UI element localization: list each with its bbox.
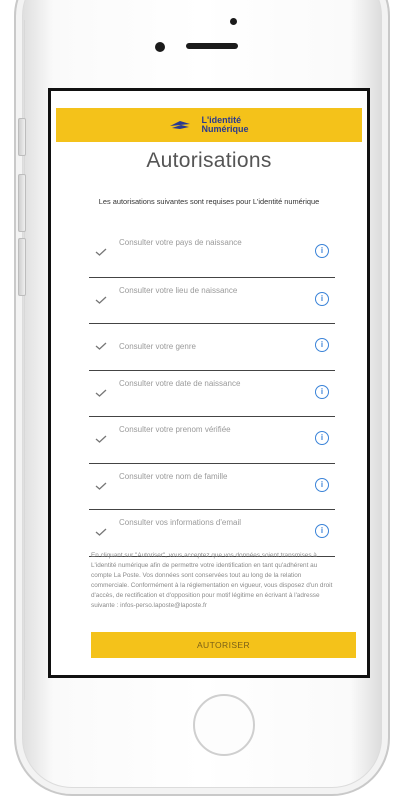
- info-icon[interactable]: i: [315, 524, 329, 538]
- info-icon[interactable]: i: [315, 291, 329, 306]
- front-camera: [155, 42, 165, 52]
- checkmark-icon: [95, 248, 107, 256]
- volume-down-button: [18, 174, 26, 232]
- permission-label: Consulter votre genre: [119, 342, 196, 351]
- permission-item: Consulter votre date de naissance i: [89, 369, 335, 417]
- checkmark-icon: [95, 435, 107, 443]
- app-screen: L'identité Numérique Autorisations Les a…: [48, 88, 370, 678]
- permission-label: Consulter votre date de naissance: [119, 378, 241, 388]
- logo-line-2: Numérique: [201, 124, 249, 134]
- permission-item: Consulter votre genre i: [89, 323, 335, 370]
- permission-label: Consulter votre pays de naissance: [119, 238, 242, 247]
- checkmark-icon: [95, 389, 107, 397]
- side-button: [18, 238, 26, 296]
- checkmark-icon: [95, 482, 107, 490]
- info-icon[interactable]: i: [315, 384, 329, 399]
- device-mockup: L'identité Numérique Autorisations Les a…: [0, 0, 403, 802]
- permission-label: Consulter votre prenom vérifiée: [119, 425, 231, 434]
- earpiece-speaker: [186, 43, 238, 49]
- permission-item: Consulter votre prenom vérifiée i: [89, 416, 335, 463]
- brand-header: L'identité Numérique: [56, 108, 362, 142]
- authorize-button[interactable]: AUTORISER: [91, 632, 356, 658]
- permission-item: Consulter vos informations d'email i: [89, 509, 335, 557]
- permission-list: Consulter votre pays de naissance i Cons…: [89, 230, 335, 557]
- permission-item: Consulter votre pays de naissance i: [89, 230, 335, 277]
- permission-item: Consulter votre nom de famille i: [89, 462, 335, 510]
- info-icon[interactable]: i: [315, 431, 329, 445]
- laposte-logo-icon: [170, 121, 191, 129]
- volume-up-button: [18, 118, 26, 156]
- home-button: [193, 694, 255, 756]
- page-title: Autorisations: [146, 149, 272, 172]
- brand-logo-text: L'identité Numérique: [201, 116, 248, 134]
- checkmark-icon: [95, 296, 107, 304]
- permission-label: Consulter votre lieu de naissance: [119, 285, 238, 295]
- info-icon[interactable]: i: [315, 338, 329, 352]
- permission-item: Consulter votre lieu de naissance i: [89, 276, 335, 324]
- permission-label: Consulter votre nom de famille: [119, 471, 228, 481]
- proximity-sensor: [230, 18, 237, 25]
- checkmark-icon: [95, 528, 107, 536]
- permission-label: Consulter vos informations d'email: [119, 518, 242, 527]
- info-icon[interactable]: i: [315, 244, 329, 258]
- checkmark-icon: [95, 342, 107, 350]
- intro-text: Les autorisations suivantes sont requise…: [98, 197, 320, 206]
- legal-notice: En cliquant sur "Autoriser", vous accept…: [91, 552, 333, 610]
- info-icon[interactable]: i: [315, 477, 329, 492]
